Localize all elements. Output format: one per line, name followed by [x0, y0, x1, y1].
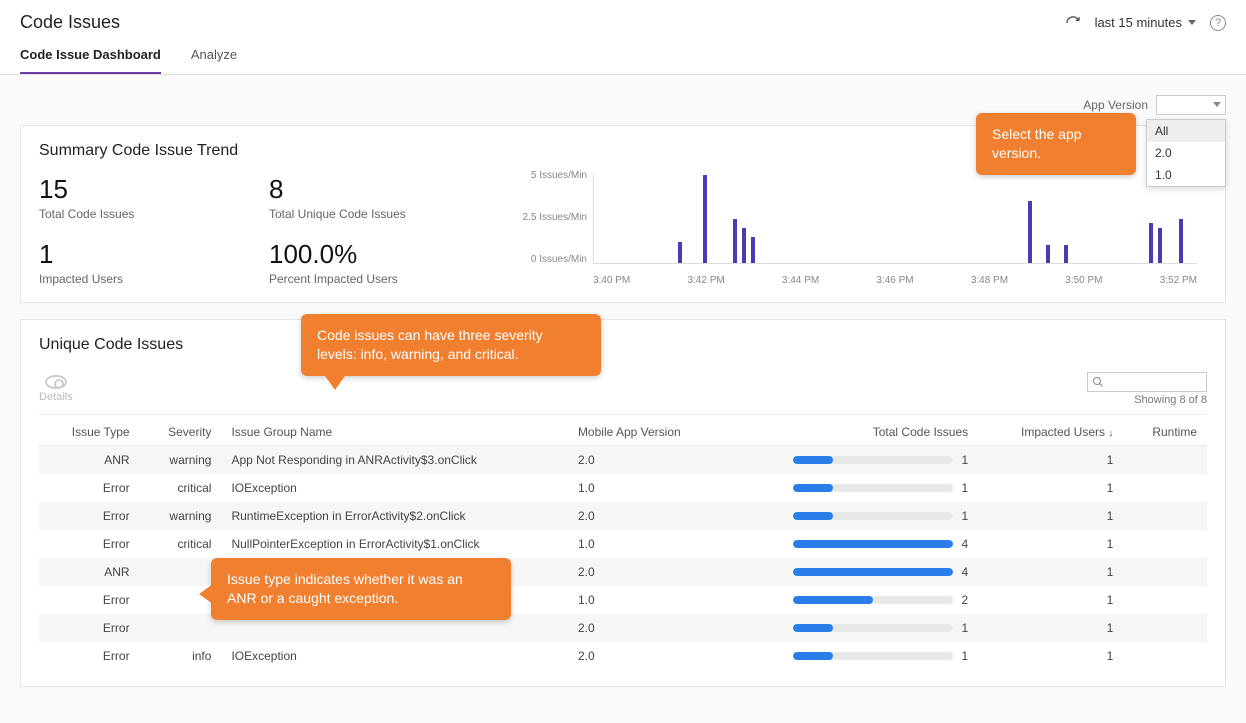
chart-bar: [678, 242, 682, 263]
app-version-select[interactable]: [1156, 95, 1226, 115]
tab-analyze[interactable]: Analyze: [191, 47, 237, 74]
chart-bar: [751, 237, 755, 263]
col-header[interactable]: Runtime: [1123, 419, 1207, 446]
time-range-label: last 15 minutes: [1095, 15, 1182, 30]
app-version-label: App Version: [1083, 98, 1148, 112]
col-header[interactable]: Impacted Users ↓: [978, 419, 1123, 446]
col-header[interactable]: Severity: [140, 419, 222, 446]
search-icon: [1092, 376, 1104, 388]
col-header[interactable]: Mobile App Version: [568, 419, 727, 446]
col-header[interactable]: Total Code Issues: [727, 419, 979, 446]
app-version-dropdown: All 2.0 1.0: [1146, 119, 1226, 187]
chart-bar: [742, 228, 746, 263]
col-header[interactable]: Issue Type: [39, 419, 140, 446]
chart-bar: [733, 219, 737, 263]
chart-bar: [1158, 228, 1162, 263]
col-header[interactable]: Issue Group Name: [221, 419, 567, 446]
unique-card: Unique Code Issues Code issues can have …: [20, 319, 1226, 687]
metric: 100.0%Percent Impacted Users: [269, 239, 469, 286]
callout-type: Issue type indicates whether it was an A…: [211, 558, 511, 620]
callout-version: Select the app version.: [976, 113, 1136, 175]
dropdown-opt-all[interactable]: All: [1147, 120, 1225, 142]
issues-table: Issue TypeSeverityIssue Group NameMobile…: [39, 419, 1207, 670]
tab-dashboard[interactable]: Code Issue Dashboard: [20, 47, 161, 74]
table-row[interactable]: ErrorcriticalIOException1.011: [39, 474, 1207, 502]
chart-bar: [1064, 245, 1068, 263]
details-toggle[interactable]: Details: [39, 375, 73, 403]
table-row[interactable]: ErrorinfoIOException2.011: [39, 642, 1207, 670]
metric: 1Impacted Users: [39, 239, 239, 286]
callout-severity: Code issues can have three severity leve…: [301, 314, 601, 376]
help-icon[interactable]: ?: [1210, 15, 1226, 31]
table-row[interactable]: ANRwarningApp Not Responding in ANRActiv…: [39, 446, 1207, 475]
unique-title: Unique Code Issues: [39, 336, 1207, 354]
chart-bar: [1179, 219, 1183, 263]
chart-bar: [1046, 245, 1050, 263]
chevron-down-icon: [1188, 20, 1196, 25]
refresh-icon[interactable]: [1065, 15, 1081, 31]
page-title: Code Issues: [20, 12, 120, 33]
dropdown-opt-20[interactable]: 2.0: [1147, 142, 1225, 164]
chart-bar: [703, 175, 707, 263]
table-row[interactable]: ErrorwarningRuntimeException in ErrorAct…: [39, 502, 1207, 530]
caret-down-icon: [1213, 102, 1221, 107]
tabs: Code Issue Dashboard Analyze: [0, 33, 1246, 75]
metric: 15Total Code Issues: [39, 174, 239, 221]
chart-bar: [1028, 201, 1032, 263]
eye-icon: [45, 375, 67, 389]
showing-label: Showing 8 of 8: [1134, 394, 1207, 406]
search-input[interactable]: [1087, 372, 1207, 392]
table-row[interactable]: ErrorcriticalNullPointerException in Err…: [39, 530, 1207, 558]
time-range-selector[interactable]: last 15 minutes: [1095, 15, 1196, 30]
dropdown-opt-10[interactable]: 1.0: [1147, 164, 1225, 186]
chart-bar: [1149, 223, 1153, 263]
metric: 8Total Unique Code Issues: [269, 174, 469, 221]
trend-chart: 5 Issues/Min 2.5 Issues/Min 0 Issues/Min…: [509, 174, 1207, 286]
